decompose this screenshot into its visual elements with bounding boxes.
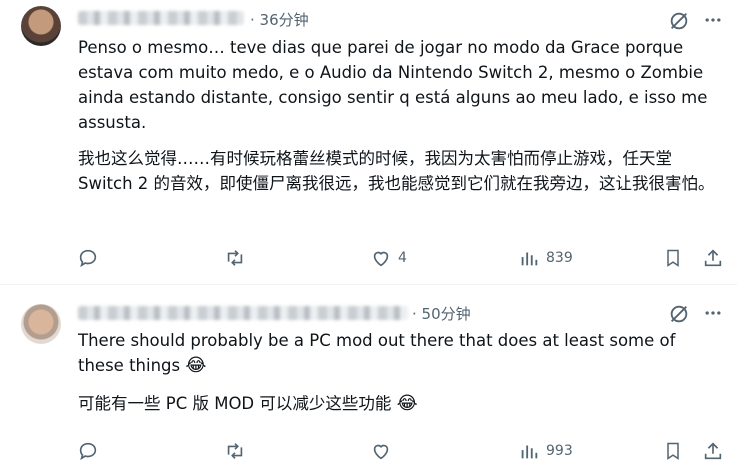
bookmark-button[interactable] <box>663 247 683 269</box>
share-button[interactable] <box>702 440 724 462</box>
retweet-button[interactable] <box>223 247 247 269</box>
grok-icon[interactable] <box>668 10 690 36</box>
post-actions: 4 839 <box>0 247 737 271</box>
share-icon <box>704 249 722 267</box>
reply-button[interactable] <box>77 440 99 462</box>
post-text-translated: 我也这么觉得……有时候玩格蕾丝模式的时候，我因为太害怕而停止游戏，任天堂 Swi… <box>78 149 715 193</box>
share-button[interactable] <box>702 247 724 269</box>
reply-icon <box>79 442 97 461</box>
view-count: 839 <box>546 250 573 266</box>
laughing-emoji-icon: 😂 <box>185 355 207 376</box>
views-button[interactable]: 993 <box>518 440 573 462</box>
post-text-original: Penso o mesmo… teve dias que parei de jo… <box>78 38 713 132</box>
more-icon[interactable] <box>703 10 723 34</box>
reply-button[interactable] <box>77 247 99 269</box>
blurred-username[interactable] <box>78 306 408 320</box>
post-text-translated: 可能有一些 PC 版 MOD 可以减少这些功能 😂 <box>78 391 718 416</box>
avatar[interactable] <box>21 304 61 344</box>
more-icon[interactable] <box>703 303 723 327</box>
bookmark-button[interactable] <box>663 440 683 462</box>
share-icon <box>704 442 722 460</box>
reply-icon <box>79 249 97 268</box>
post-time[interactable]: · 50分钟 <box>412 303 471 324</box>
like-icon <box>373 444 389 460</box>
views-icon <box>521 252 538 266</box>
like-button[interactable] <box>370 440 392 462</box>
retweet-button[interactable] <box>223 440 247 462</box>
like-button[interactable]: 4 <box>370 247 407 269</box>
post-text-original-body: There should probably be a PC mod out th… <box>78 331 681 375</box>
bookmark-icon <box>667 249 679 267</box>
retweet-icon <box>227 250 243 266</box>
post-text-original: There should probably be a PC mod out th… <box>78 328 718 378</box>
retweet-icon <box>227 443 243 459</box>
post[interactable]: · 50分钟 There should probably be a PC mod… <box>0 285 737 470</box>
view-count: 993 <box>546 443 573 459</box>
views-button[interactable]: 839 <box>518 247 573 269</box>
like-count: 4 <box>398 250 407 266</box>
views-icon <box>521 445 538 459</box>
avatar[interactable] <box>21 6 61 46</box>
post-text-translated-body: 可能有一些 PC 版 MOD 可以减少这些功能 <box>78 394 392 413</box>
post[interactable]: · 36分钟 Penso o mesmo… teve dias que pare… <box>0 0 737 285</box>
post-actions: 993 <box>0 440 737 464</box>
like-icon <box>373 251 389 267</box>
post-time[interactable]: · 36分钟 <box>250 9 309 30</box>
blurred-username[interactable] <box>78 11 244 25</box>
bookmark-icon <box>667 442 679 460</box>
laughing-emoji-icon: 😂 <box>396 393 418 414</box>
grok-icon[interactable] <box>668 303 690 329</box>
